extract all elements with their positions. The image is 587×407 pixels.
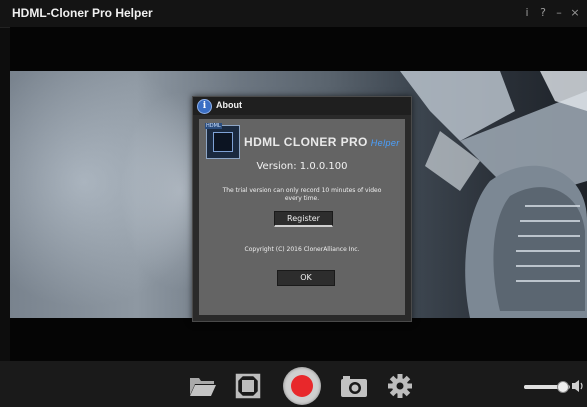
dialog-title: About (216, 100, 242, 110)
about-dialog: i About HDML HDML CLONER PRO Helper Versi… (192, 96, 412, 322)
record-button[interactable] (283, 367, 321, 405)
product-suffix: Helper (370, 138, 400, 148)
trial-notice: The trial version can only record 10 min… (222, 187, 382, 202)
dialog-body: HDML HDML CLONER PRO Helper Version: 1.0.… (199, 119, 405, 315)
app-window: HDML-Cloner Pro Helper i ? – × i About H… (0, 0, 587, 407)
speaker-icon[interactable] (572, 379, 584, 393)
camera-icon[interactable] (340, 374, 368, 398)
volume-knob[interactable] (557, 381, 570, 393)
minimize-icon[interactable]: – (551, 5, 567, 21)
dialog-header[interactable]: i About (193, 97, 411, 115)
product-logo: HDML (205, 123, 240, 159)
bottom-toolbar (0, 361, 587, 407)
title-bar[interactable]: HDML-Cloner Pro Helper i ? – × (0, 0, 587, 28)
info-icon[interactable]: i (519, 5, 535, 21)
version-label: Version: 1.0.0.100 (256, 161, 348, 172)
logo-screen-icon (213, 132, 233, 152)
copyright-text: Copyright (C) 2016 ClonerAlliance Inc. (244, 246, 360, 253)
window-title: HDML-Cloner Pro Helper (12, 6, 153, 20)
product-name: HDML CLONER PRO Helper (244, 135, 400, 149)
volume-slider[interactable] (524, 381, 570, 393)
record-dot-icon (291, 375, 313, 397)
logo-badge: HDML (205, 123, 222, 129)
fullscreen-icon[interactable] (235, 373, 261, 399)
info-icon: i (197, 99, 212, 114)
register-button[interactable]: Register (274, 211, 333, 227)
folder-icon[interactable] (189, 375, 217, 397)
product-name-text: HDML CLONER PRO (244, 135, 368, 149)
close-icon[interactable]: × (567, 5, 583, 21)
window-controls: i ? – × (519, 4, 583, 22)
ok-button[interactable]: OK (277, 270, 335, 286)
gear-icon[interactable] (387, 373, 413, 399)
help-icon[interactable]: ? (535, 5, 551, 21)
